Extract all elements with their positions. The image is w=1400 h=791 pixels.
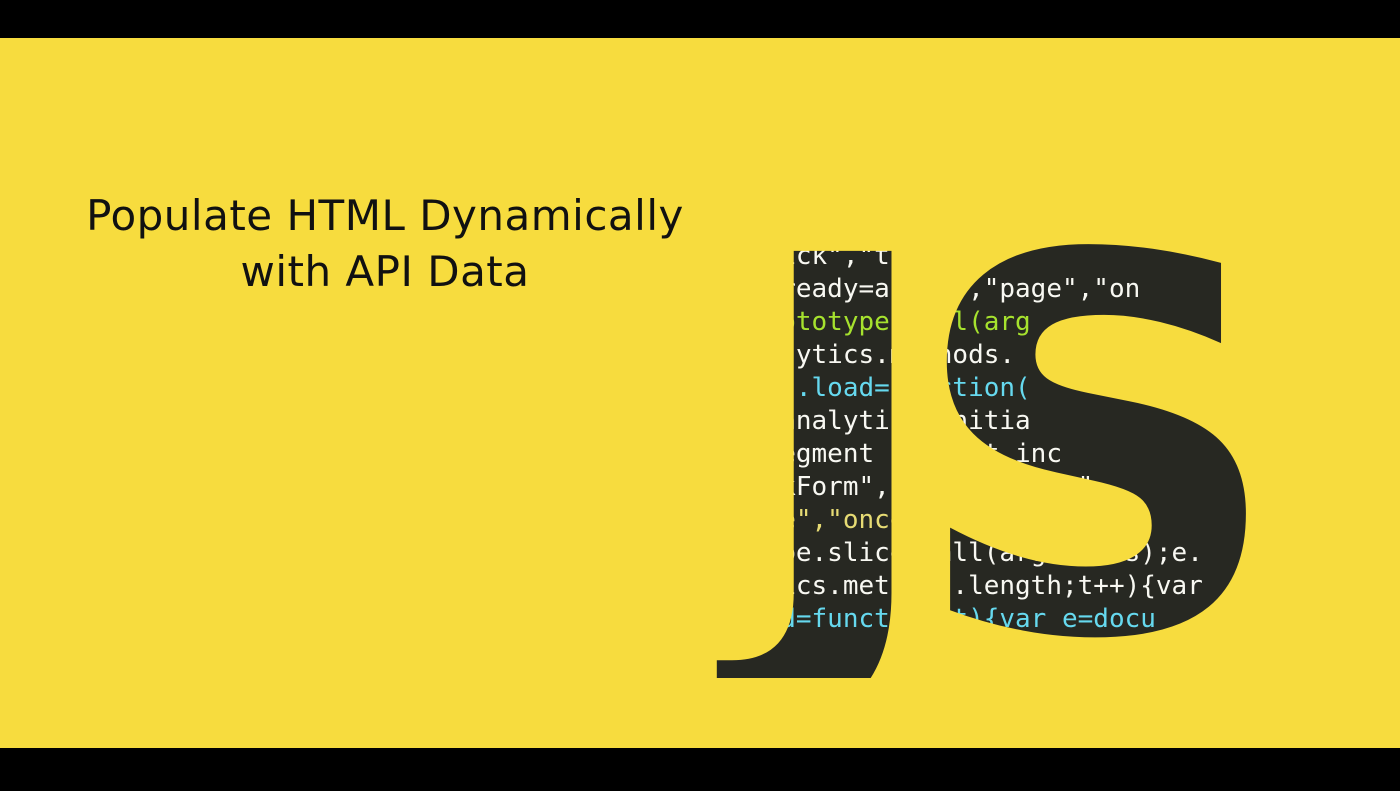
code-line: k","trackForm","trackLink"," — [655, 472, 1093, 502]
title-line-1: Populate HTML Dynamically — [86, 191, 684, 240]
code-line: error("Segment snippet inc — [655, 439, 1062, 469]
code-line: f<analytics.methods.length;t++){var — [655, 571, 1203, 601]
code-line: =prototype.slice.call(arguments);e. — [655, 538, 1203, 568]
banner-panel: Populate HTML Dynamically with API Data … — [0, 38, 1400, 748]
code-line: es","page","once","off","on — [655, 505, 1078, 535]
code-line: "trackClick","trackCl — [655, 241, 984, 271]
code-line: Array.prototype.call(arg — [655, 307, 1031, 337]
code-line: =0;t<analytics.methods. — [655, 340, 1015, 370]
js-letters-code-fill: "trackClick","trackCl;window.ready=alias… — [655, 178, 1254, 678]
code-line: tics.load=function(t){var e=docu — [655, 604, 1156, 634]
code-line: analytics.load=function( — [655, 373, 1031, 403]
top-letterbox-bar — [0, 0, 1400, 38]
code-line: =[];if(!analytics.initia — [655, 406, 1031, 436]
bottom-letterbox-bar — [0, 748, 1400, 791]
js-logo-graphic: JS "trackClick","trackCl;window.ready=al… — [655, 178, 1254, 678]
title-line-2: with API Data — [240, 247, 530, 296]
js-logo: JS "trackClick","trackCl;window.ready=al… — [655, 178, 1345, 678]
code-line: ;window.ready=alias","page","on — [655, 274, 1140, 304]
banner-title: Populate HTML Dynamically with API Data — [60, 188, 710, 300]
banner-frame: Populate HTML Dynamically with API Data … — [0, 0, 1400, 791]
